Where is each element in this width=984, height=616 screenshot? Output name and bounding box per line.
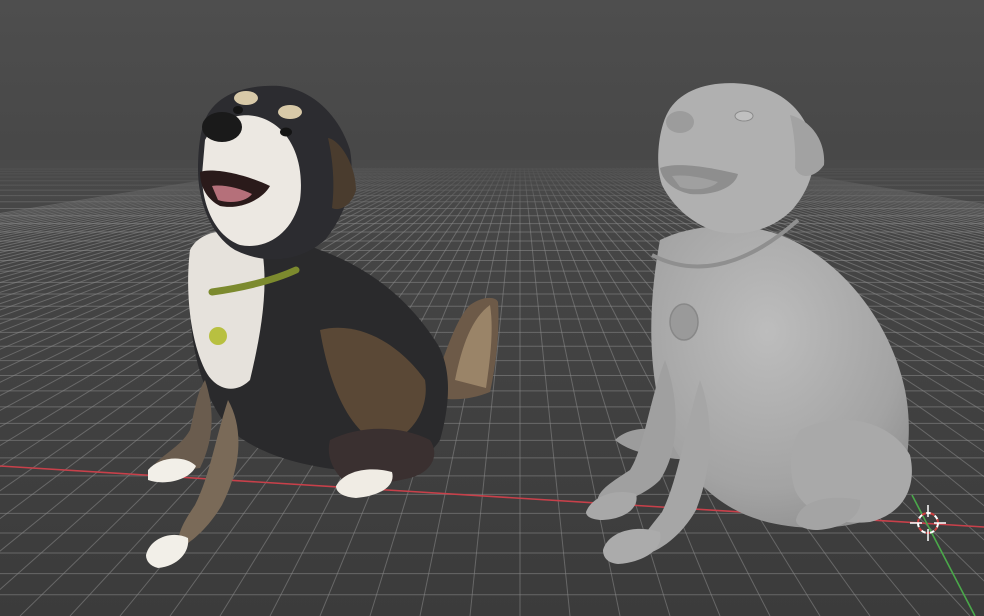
photo-dog-eye-right <box>280 127 292 137</box>
photo-dog-eye-left <box>233 106 243 114</box>
photo-dog-eyebrow-right <box>278 105 302 119</box>
horizon-fade <box>0 160 984 220</box>
sculpt-dog-collar-tag <box>669 303 699 341</box>
3d-viewport[interactable] <box>0 0 984 616</box>
viewport-canvas[interactable] <box>0 0 984 616</box>
sculpt-dog-head <box>658 83 814 234</box>
photo-dog-eyebrow-left <box>234 91 258 105</box>
sculpt-dog-eye <box>734 110 754 122</box>
photo-dog-nose <box>202 112 242 142</box>
sculpt-dog-nose <box>666 111 694 133</box>
photo-dog-collar-tag <box>209 327 227 345</box>
